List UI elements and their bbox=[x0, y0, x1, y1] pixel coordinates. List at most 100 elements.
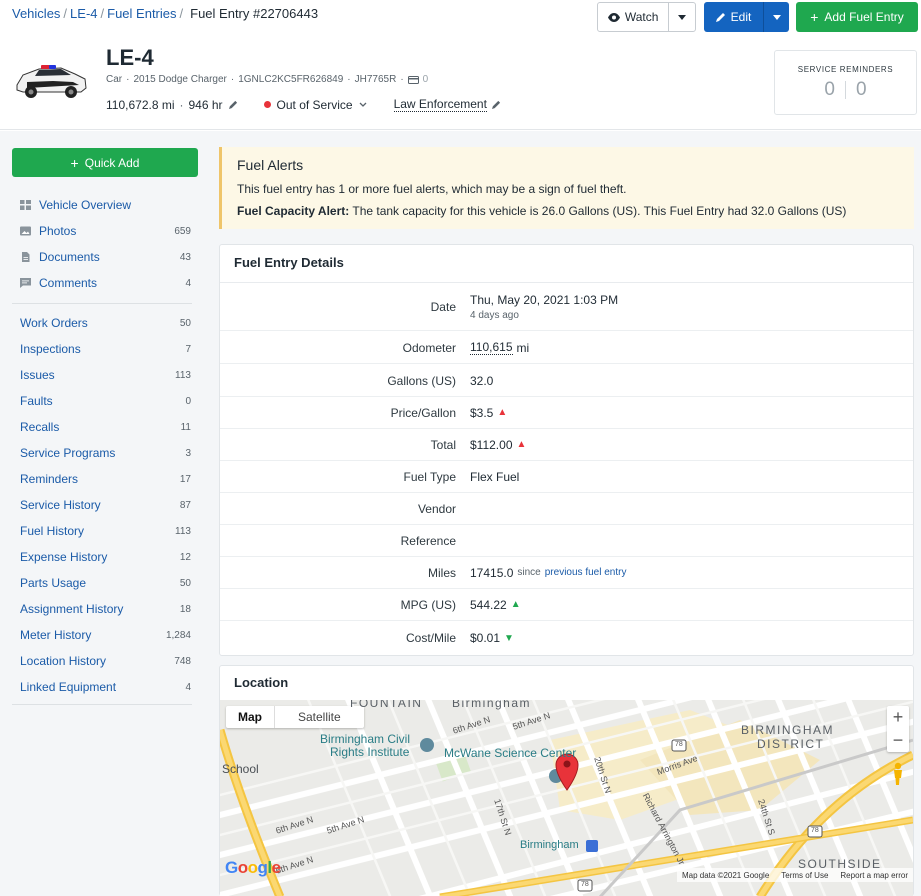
sidebar-item-work-orders[interactable]: Work Orders 50 bbox=[12, 310, 198, 336]
sidebar-item-photos[interactable]: Photos 659 bbox=[12, 218, 198, 244]
vehicle-plate: JH7765R bbox=[354, 74, 397, 85]
fuel-alerts-message: This fuel entry has 1 or more fuel alert… bbox=[237, 182, 627, 196]
map-label: McWane Science Center bbox=[444, 746, 577, 760]
page-header: Vehicles / LE-4 / Fuel Entries / Fuel En… bbox=[0, 0, 921, 130]
zoom-in-icon[interactable]: + bbox=[893, 707, 904, 728]
sidebar-item-expense-history[interactable]: Expense History 12 bbox=[12, 544, 198, 570]
odometer-value[interactable]: 110,615 bbox=[470, 340, 513, 355]
sidebar-item-parts-usage[interactable]: Parts Usage 50 bbox=[12, 570, 198, 596]
breadcrumb-fuel-entries[interactable]: Fuel Entries bbox=[107, 6, 176, 21]
sidebar-divider bbox=[12, 303, 192, 304]
location-map[interactable]: Map Satellite + − FOUNTAIN Birmingham BI… bbox=[220, 700, 913, 896]
sidebar-item-faults[interactable]: Faults 0 bbox=[12, 388, 198, 414]
previous-fuel-entry-link[interactable]: previous fuel entry bbox=[545, 567, 627, 578]
vehicle-status[interactable]: Out of Service bbox=[277, 98, 353, 112]
sidebar-divider bbox=[12, 704, 192, 705]
breadcrumb: Vehicles / LE-4 / Fuel Entries / Fuel En… bbox=[12, 6, 318, 21]
edit-button[interactable]: Edit bbox=[704, 2, 764, 32]
watch-button[interactable]: Watch bbox=[598, 3, 670, 31]
sidebar-item-service-history[interactable]: Service History 87 bbox=[12, 492, 198, 518]
sidebar-item-reminders[interactable]: Reminders 17 bbox=[12, 466, 198, 492]
arrow-up-icon: ▲ bbox=[510, 599, 521, 610]
vehicle-photo[interactable] bbox=[13, 55, 89, 103]
plus-icon: + bbox=[810, 9, 819, 25]
report-map-error-link[interactable]: Report a map error bbox=[840, 871, 908, 880]
date-value: Thu, May 20, 2021 1:03 PM bbox=[470, 292, 619, 307]
detail-row-vendor: Vendor bbox=[220, 493, 913, 525]
sidebar-item-inspections[interactable]: Inspections 7 bbox=[12, 336, 198, 362]
detail-row-reference: Reference bbox=[220, 525, 913, 557]
watch-dropdown-toggle[interactable] bbox=[669, 3, 695, 31]
chevron-down-icon bbox=[772, 14, 781, 20]
map-data-text: Map data ©2021 Google bbox=[681, 870, 770, 880]
map-attribution: Map data ©2021 Google Terms of Use Repor… bbox=[676, 868, 913, 882]
map-label: Rights Institute bbox=[330, 745, 410, 759]
add-fuel-entry-label: Add Fuel Entry bbox=[824, 10, 904, 24]
watch-label: Watch bbox=[624, 10, 659, 24]
map-label: Birmingham bbox=[520, 839, 579, 851]
vehicle-group[interactable]: Law Enforcement bbox=[393, 97, 487, 112]
sidebar-item-documents[interactable]: Documents 43 bbox=[12, 244, 198, 270]
detail-row-gallons: Gallons (US) 32.0 bbox=[220, 365, 913, 397]
edit-button-group: Edit bbox=[704, 2, 789, 32]
detail-row-fuel-type: Fuel Type Flex Fuel bbox=[220, 461, 913, 493]
detail-row-odometer: Odometer 110,615 mi bbox=[220, 332, 913, 364]
sidebar-item-comments[interactable]: Comments 4 bbox=[12, 270, 198, 296]
service-reminders-title: SERVICE REMINDERS bbox=[797, 65, 894, 74]
sidebar-item-meter-history[interactable]: Meter History 1,284 bbox=[12, 622, 198, 648]
sidebar-item-issues[interactable]: Issues 113 bbox=[12, 362, 198, 388]
fuel-entry-details-card: Fuel Entry Details Date Thu, May 20, 202… bbox=[219, 244, 914, 656]
sidebar: + Quick Add Vehicle Overview Photos 659 … bbox=[0, 131, 209, 896]
sidebar-item-assignment-history[interactable]: Assignment History 18 bbox=[12, 596, 198, 622]
breadcrumb-current: Fuel Entry #22706443 bbox=[190, 6, 319, 21]
breadcrumb-separator: / bbox=[63, 6, 68, 21]
fuel-alerts-title: Fuel Alerts bbox=[237, 157, 304, 173]
detail-row-total: Total $112.00 ▲ bbox=[220, 429, 913, 461]
google-logo: Google bbox=[225, 858, 281, 877]
sidebar-item-linked-equipment[interactable]: Linked Equipment 4 bbox=[12, 674, 198, 700]
vehicle-name: LE-4 bbox=[106, 45, 154, 70]
map-tab[interactable]: Map bbox=[226, 706, 274, 728]
map-type-toggle: Map Satellite bbox=[226, 706, 364, 728]
sidebar-item-recalls[interactable]: Recalls 11 bbox=[12, 414, 198, 440]
detail-row-mpg: MPG (US) 544.22 ▲ bbox=[220, 589, 913, 621]
quick-add-label: Quick Add bbox=[84, 155, 140, 170]
terms-link[interactable]: Terms of Use bbox=[781, 871, 828, 880]
vehicle-type: Car bbox=[106, 74, 123, 85]
pencil-icon[interactable] bbox=[491, 100, 501, 109]
detail-row-cost-mile: Cost/Mile $0.01 ▼ bbox=[405, 631, 514, 645]
sidebar-item-service-programs[interactable]: Service Programs 3 bbox=[12, 440, 198, 466]
image-icon bbox=[20, 226, 31, 236]
fuel-alerts-banner: Fuel Alerts This fuel entry has 1 or mor… bbox=[219, 147, 914, 229]
vehicle-hours: 946 hr bbox=[188, 97, 223, 112]
service-reminders-widget[interactable]: SERVICE REMINDERS 0 0 bbox=[774, 50, 917, 115]
grid-icon bbox=[20, 200, 31, 210]
breadcrumb-vehicle[interactable]: LE-4 bbox=[70, 6, 97, 21]
map-label: FOUNTAIN bbox=[350, 700, 423, 710]
plus-icon: + bbox=[70, 154, 79, 171]
quick-add-button[interactable]: + Quick Add bbox=[12, 148, 198, 177]
zoom-out-icon[interactable]: − bbox=[893, 730, 904, 751]
sidebar-nav-primary: Vehicle Overview Photos 659 Documents 43… bbox=[12, 192, 198, 311]
sidebar-item-fuel-history[interactable]: Fuel History 113 bbox=[12, 518, 198, 544]
map-zoom-controls: + − bbox=[887, 706, 909, 752]
pencil-icon bbox=[715, 13, 725, 22]
vehicle-vin: 1GNLC2KC5FR626849 bbox=[238, 74, 344, 85]
vehicle-stats: 110,672.8 mi · 946 hr Out of Service Law… bbox=[106, 97, 501, 112]
sidebar-item-vehicle-overview[interactable]: Vehicle Overview bbox=[12, 192, 198, 218]
arrow-up-icon: ▲ bbox=[516, 439, 527, 450]
reminders-due-soon-count: 0 bbox=[856, 79, 867, 100]
breadcrumb-vehicles[interactable]: Vehicles bbox=[12, 6, 60, 21]
chevron-down-icon[interactable] bbox=[359, 102, 367, 108]
route-shield: 78 bbox=[811, 827, 819, 834]
reminders-overdue-count: 0 bbox=[824, 79, 835, 100]
map-label: Birmingham Civil bbox=[320, 732, 411, 746]
add-fuel-entry-button[interactable]: + Add Fuel Entry bbox=[796, 2, 918, 32]
pencil-icon[interactable] bbox=[228, 100, 238, 109]
vehicle-model: 2015 Dodge Charger bbox=[133, 74, 227, 85]
sidebar-item-location-history[interactable]: Location History 748 bbox=[12, 648, 198, 674]
edit-dropdown-toggle[interactable] bbox=[764, 2, 789, 32]
vehicle-odometer: 110,672.8 mi bbox=[106, 97, 175, 112]
map-label: BIRMINGHAM bbox=[741, 723, 834, 737]
street-view-icon[interactable] bbox=[890, 762, 906, 786]
